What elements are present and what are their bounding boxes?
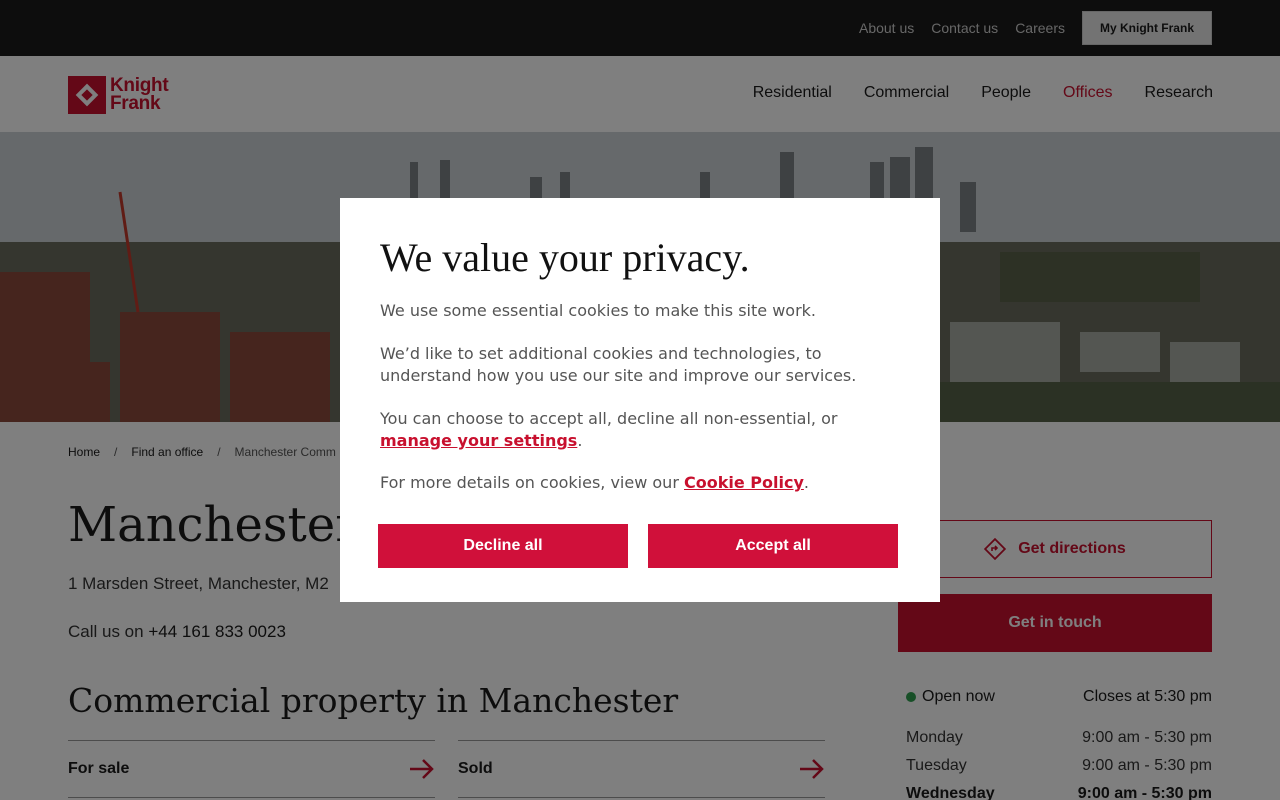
dialog-title: We value your privacy. — [380, 235, 750, 280]
decline-all-button[interactable]: Decline all — [378, 524, 628, 568]
dialog-text-policy: For more details on cookies, view our Co… — [380, 473, 809, 492]
cookie-consent-dialog: We value your privacy. We use some essen… — [340, 198, 940, 602]
dialog-text-additional: We’d like to set additional cookies and … — [380, 344, 857, 385]
cookie-policy-link[interactable]: Cookie Policy — [684, 473, 804, 492]
accept-all-button[interactable]: Accept all — [648, 524, 898, 568]
dialog-text-choose: You can choose to accept all, decline al… — [380, 409, 838, 450]
dialog-text-essential: We use some essential cookies to make th… — [380, 301, 816, 320]
manage-settings-link[interactable]: manage your settings — [380, 431, 577, 450]
